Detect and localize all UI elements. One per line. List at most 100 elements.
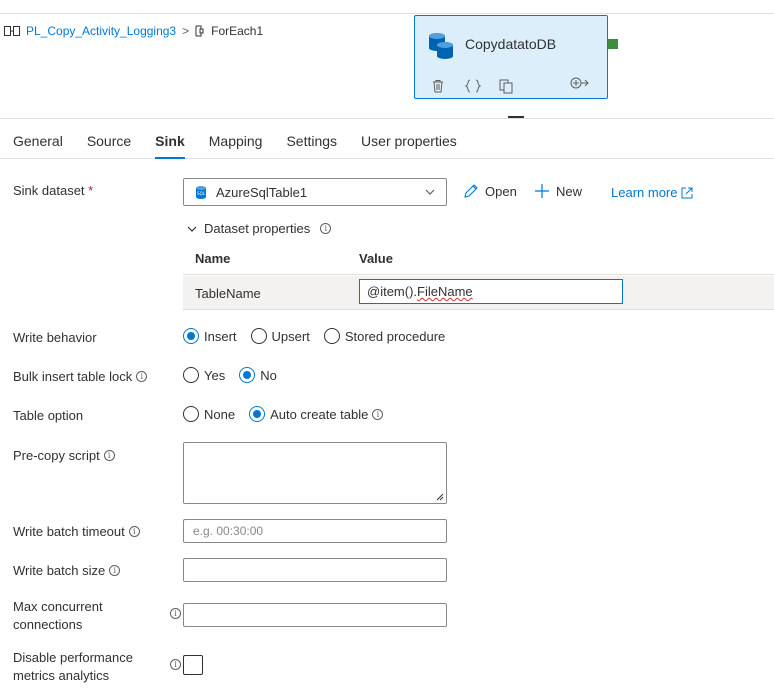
pipeline-icon bbox=[4, 26, 20, 36]
disable-perf-label-line2: metrics analytics bbox=[13, 668, 110, 683]
max-connections-label: Max concurrent connections bbox=[13, 598, 163, 634]
radio-auto-create-table[interactable]: Auto create table i bbox=[249, 406, 384, 422]
top-strip bbox=[0, 0, 774, 14]
info-icon: i bbox=[128, 526, 140, 537]
radio-stored-procedure[interactable]: Stored procedure bbox=[323, 328, 446, 344]
precopy-label-text: Pre-copy script bbox=[13, 448, 100, 463]
dataset-properties-toggle[interactable]: Dataset properties i bbox=[186, 221, 332, 236]
activity-actions bbox=[431, 76, 533, 96]
radio-circle bbox=[250, 328, 267, 344]
tab-settings[interactable]: Settings bbox=[286, 119, 337, 159]
property-value-field: FileName bbox=[417, 284, 473, 299]
tab-bar: General Source Sink Mapping Settings Use… bbox=[0, 118, 774, 159]
bulk-lock-label-text: Bulk insert table lock bbox=[13, 369, 133, 384]
sink-dataset-label-text: Sink dataset bbox=[13, 183, 85, 198]
new-button[interactable]: New bbox=[534, 183, 582, 199]
new-button-label: New bbox=[556, 183, 583, 199]
batch-size-label-text: Write batch size bbox=[13, 563, 106, 578]
info-icon: i bbox=[136, 371, 148, 382]
open-button[interactable]: Open bbox=[463, 183, 517, 199]
info-icon: i bbox=[170, 659, 181, 670]
write-behavior-label: Write behavior bbox=[13, 330, 97, 345]
output-port[interactable] bbox=[608, 39, 618, 49]
external-link-icon bbox=[681, 187, 693, 198]
info-icon: i bbox=[103, 450, 115, 461]
batch-size-input[interactable] bbox=[183, 558, 447, 582]
radio-label: Yes bbox=[204, 367, 226, 383]
properties-table-header: Name Value bbox=[183, 243, 774, 275]
code-icon[interactable] bbox=[465, 76, 499, 96]
chevron-down-icon bbox=[187, 226, 197, 232]
resize-grip-icon[interactable] bbox=[434, 491, 444, 501]
foreach-icon bbox=[195, 25, 204, 37]
learn-more-label: Learn more bbox=[611, 185, 678, 200]
radio-circle bbox=[249, 406, 266, 422]
radio-label: Stored procedure bbox=[344, 328, 446, 344]
tab-sink[interactable]: Sink bbox=[155, 119, 185, 159]
info-icon: i bbox=[372, 408, 384, 420]
batch-timeout-label: Write batch timeout i bbox=[13, 524, 140, 539]
max-connections-input[interactable] bbox=[183, 603, 447, 627]
max-connections-label-line2: connections bbox=[13, 617, 83, 632]
breadcrumb-separator: > bbox=[182, 24, 190, 38]
table-row: TableName @item().FileName bbox=[183, 276, 774, 310]
disable-perf-label-line1: Disable performance bbox=[13, 650, 133, 665]
learn-more-link[interactable]: Learn more bbox=[611, 185, 693, 200]
chevron-down-icon bbox=[425, 189, 435, 195]
max-connections-label-line1: Max concurrent bbox=[13, 599, 103, 614]
radio-none[interactable]: None bbox=[183, 406, 235, 422]
property-name: TableName bbox=[195, 286, 261, 301]
table-option-label: Table option bbox=[13, 408, 84, 423]
copy-icon[interactable] bbox=[499, 76, 533, 96]
tab-user-properties[interactable]: User properties bbox=[361, 119, 457, 159]
radio-circle bbox=[183, 367, 199, 383]
radio-yes[interactable]: Yes bbox=[183, 367, 225, 383]
sink-dataset-value: AzureSqlTable1 bbox=[216, 184, 308, 200]
precopy-label: Pre-copy script i bbox=[13, 448, 115, 463]
info-icon: i bbox=[320, 223, 332, 234]
property-value-input[interactable]: @item().FileName bbox=[359, 279, 623, 304]
bulk-lock-label: Bulk insert table lock i bbox=[13, 369, 148, 384]
bulk-lock-radios: Yes No bbox=[183, 367, 291, 383]
breadcrumb-pipeline-link[interactable]: PL_Copy_Activity_Logging3 bbox=[26, 24, 176, 38]
radio-circle bbox=[183, 328, 199, 344]
disable-perf-label: Disable performance metrics analytics bbox=[13, 649, 163, 685]
sql-table-icon: SQL bbox=[196, 186, 206, 199]
breadcrumb: PL_Copy_Activity_Logging3 > ForEach1 bbox=[4, 24, 263, 38]
required-mark: * bbox=[88, 183, 94, 198]
breadcrumb-current: ForEach1 bbox=[211, 24, 264, 38]
radio-label: Insert bbox=[204, 328, 237, 344]
tab-source[interactable]: Source bbox=[87, 119, 131, 159]
sink-dataset-select[interactable]: SQL AzureSqlTable1 bbox=[183, 178, 447, 206]
delete-icon[interactable] bbox=[431, 76, 465, 96]
property-value-prefix: @item(). bbox=[367, 284, 418, 299]
radio-no[interactable]: No bbox=[239, 367, 277, 383]
radio-label: Upsert bbox=[271, 328, 310, 344]
sink-dataset-label: Sink dataset * bbox=[13, 183, 93, 198]
activity-name: CopydatatoDB bbox=[465, 36, 557, 52]
radio-label: None bbox=[204, 406, 236, 422]
open-button-label: Open bbox=[485, 183, 517, 199]
plus-icon bbox=[535, 184, 549, 198]
info-icon: i bbox=[170, 608, 181, 619]
radio-label: Auto create table bbox=[270, 406, 369, 422]
radio-upsert[interactable]: Upsert bbox=[250, 328, 310, 344]
tab-general[interactable]: General bbox=[13, 119, 63, 159]
radio-insert[interactable]: Insert bbox=[183, 328, 237, 344]
precopy-script-textarea[interactable] bbox=[183, 442, 447, 504]
svg-text:SQL: SQL bbox=[197, 191, 206, 196]
disable-perf-checkbox[interactable] bbox=[183, 655, 203, 675]
database-icon bbox=[429, 33, 453, 59]
tab-mapping[interactable]: Mapping bbox=[209, 119, 263, 159]
go-to-icon[interactable] bbox=[569, 76, 589, 93]
batch-timeout-label-text: Write batch timeout bbox=[13, 524, 125, 539]
radio-label: No bbox=[260, 367, 277, 383]
radio-circle bbox=[183, 406, 199, 422]
header-value: Value bbox=[359, 251, 393, 266]
write-behavior-radios: Insert Upsert Stored procedure bbox=[183, 328, 459, 344]
edit-icon bbox=[464, 184, 478, 198]
radio-circle bbox=[323, 328, 340, 344]
activity-node[interactable]: CopydatatoDB bbox=[414, 15, 608, 99]
batch-timeout-input[interactable] bbox=[183, 519, 447, 543]
info-icon: i bbox=[109, 565, 121, 576]
